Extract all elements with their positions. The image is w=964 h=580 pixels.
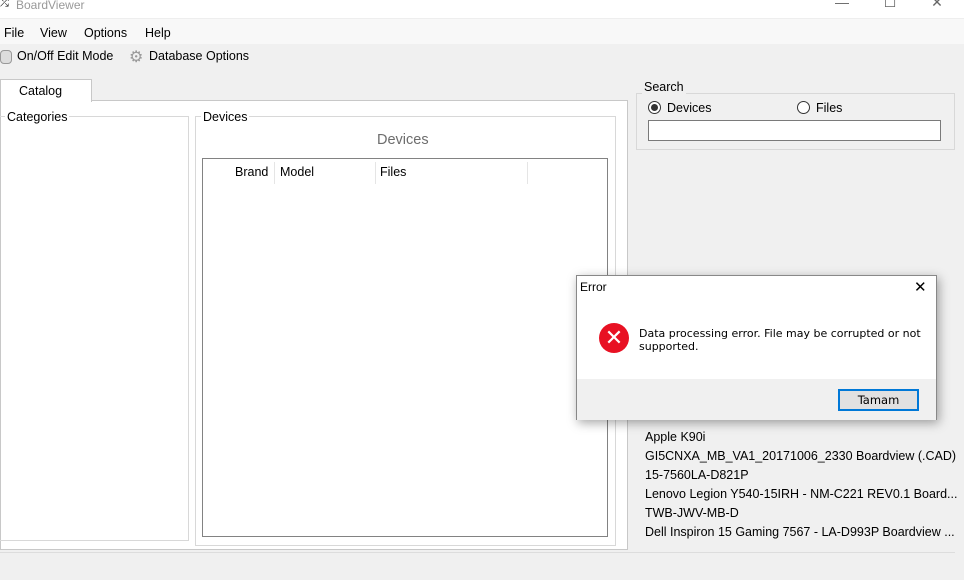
database-icon — [0, 50, 12, 64]
database-options-button[interactable]: Database Options — [149, 49, 249, 63]
categories-group — [0, 116, 189, 541]
menu-options[interactable]: Options — [84, 26, 127, 40]
dialog-close-button[interactable]: ✕ — [914, 278, 927, 296]
radio-files-label[interactable]: Files — [816, 101, 842, 115]
menu-file[interactable]: File — [4, 26, 24, 40]
dialog-message-line2: supported. — [639, 340, 699, 353]
dialog-footer: Tamam — [577, 379, 936, 420]
error-icon: ✕ — [599, 323, 629, 353]
devices-list[interactable]: Brand Model Files — [202, 158, 608, 537]
dialog-title: Error — [580, 280, 607, 294]
minimize-button[interactable]: — — [832, 0, 852, 10]
radio-devices-label[interactable]: Devices — [667, 101, 711, 115]
shuffle-icon: ⤮ — [0, 0, 9, 9]
radio-files[interactable] — [797, 101, 810, 114]
recent-file-item[interactable]: TWB-JWV-MB-D — [645, 506, 739, 520]
gear-icon: ⚙ — [129, 49, 144, 66]
window-title: BoardViewer — [16, 0, 85, 12]
column-files[interactable]: Files — [380, 165, 406, 179]
column-divider[interactable] — [375, 162, 376, 184]
divider — [0, 552, 955, 553]
recent-file-item[interactable]: Lenovo Legion Y540-15IRH - NM-C221 REV0.… — [645, 487, 957, 501]
recent-file-item[interactable]: GI5CNXA_MB_VA1_20171006_2330 Boardview (… — [645, 449, 956, 463]
tab-catalog[interactable]: Catalog — [0, 79, 92, 102]
radio-devices[interactable] — [648, 101, 661, 114]
ok-button[interactable]: Tamam — [838, 389, 919, 411]
column-divider[interactable] — [274, 162, 275, 184]
search-label: Search — [642, 80, 686, 94]
close-button[interactable]: ✕ — [927, 0, 947, 11]
menu-help[interactable]: Help — [145, 26, 171, 40]
devices-group-label: Devices — [201, 110, 250, 124]
tab-label: Catalog — [19, 84, 63, 98]
edit-mode-button[interactable]: On/Off Edit Mode — [17, 49, 113, 63]
categories-label: Categories — [5, 110, 70, 124]
menu-bar: File View Options Help — [0, 18, 964, 44]
devices-header: Devices — [377, 132, 429, 148]
column-divider[interactable] — [527, 162, 528, 184]
title-bar: ⤮ BoardViewer — ☐ ✕ — [0, 0, 964, 18]
dialog-message-line1: Data processing error. File may be corru… — [639, 327, 921, 340]
recent-file-item[interactable]: 15-7560LA-D821P — [645, 468, 749, 482]
maximize-button[interactable]: ☐ — [880, 0, 900, 11]
search-input[interactable] — [648, 120, 941, 141]
column-model[interactable]: Model — [280, 165, 314, 179]
recent-file-item[interactable]: Dell Inspiron 15 Gaming 7567 - LA-D993P … — [645, 525, 955, 539]
column-brand[interactable]: Brand — [235, 165, 268, 179]
error-dialog: Error ✕ ✕ Data processing error. File ma… — [576, 275, 937, 420]
menu-view[interactable]: View — [40, 26, 67, 40]
recent-file-item[interactable]: Apple K90i — [645, 430, 705, 444]
